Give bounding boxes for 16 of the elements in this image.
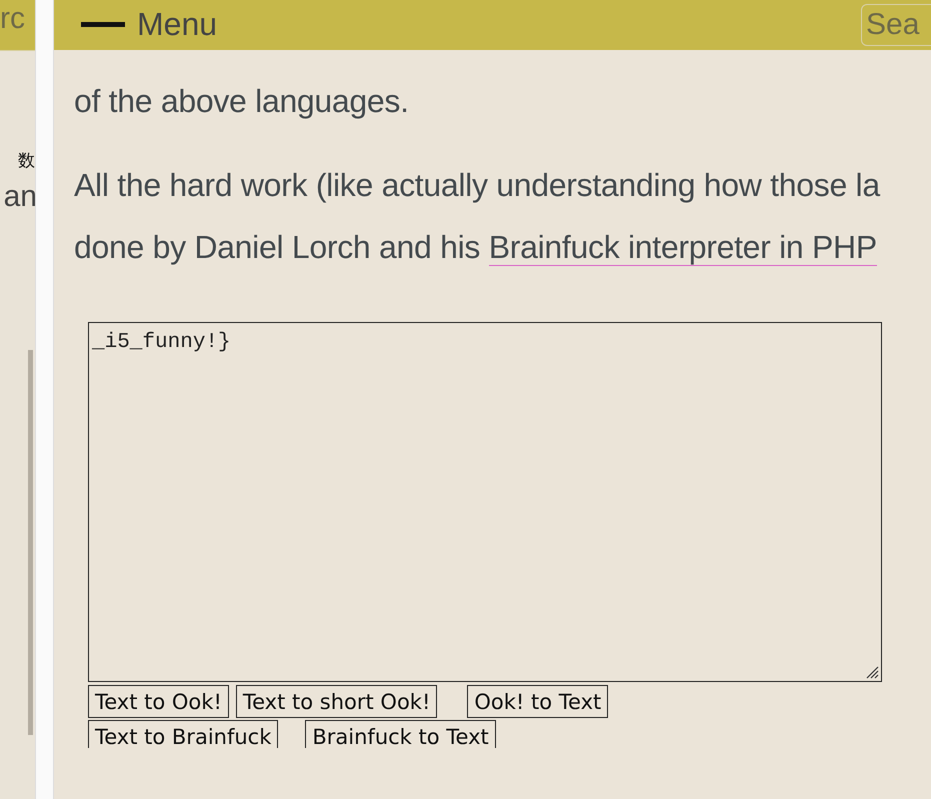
- paragraph-line: of the above languages.: [74, 82, 410, 121]
- text-area[interactable]: _i5_funny!}: [88, 322, 882, 682]
- cell-text: 数: [18, 150, 35, 172]
- search-field[interactable]: Sea: [861, 4, 931, 46]
- search-field-text: rc: [0, 2, 26, 36]
- interpreter-link[interactable]: Brainfuck interpreter in PHP: [488, 229, 877, 266]
- resize-grip-icon[interactable]: [865, 665, 879, 679]
- convert-button[interactable]: Ook! to Text: [467, 685, 608, 718]
- menu-button[interactable]: Menu: [81, 4, 218, 44]
- convert-button[interactable]: Text to Ook!: [88, 685, 229, 718]
- convert-button[interactable]: Brainfuck to Text: [305, 720, 496, 748]
- body-text: an: [4, 180, 35, 214]
- paragraph-line: done by Daniel Lorch and his Brainfuck interpreter in PHP: [74, 228, 878, 268]
- paragraph-line: All the hard work (like actually understanding how those la: [74, 166, 882, 205]
- convert-button[interactable]: Text to short Ook!: [236, 685, 438, 718]
- convert-button[interactable]: Text to Brainfuck: [88, 720, 278, 748]
